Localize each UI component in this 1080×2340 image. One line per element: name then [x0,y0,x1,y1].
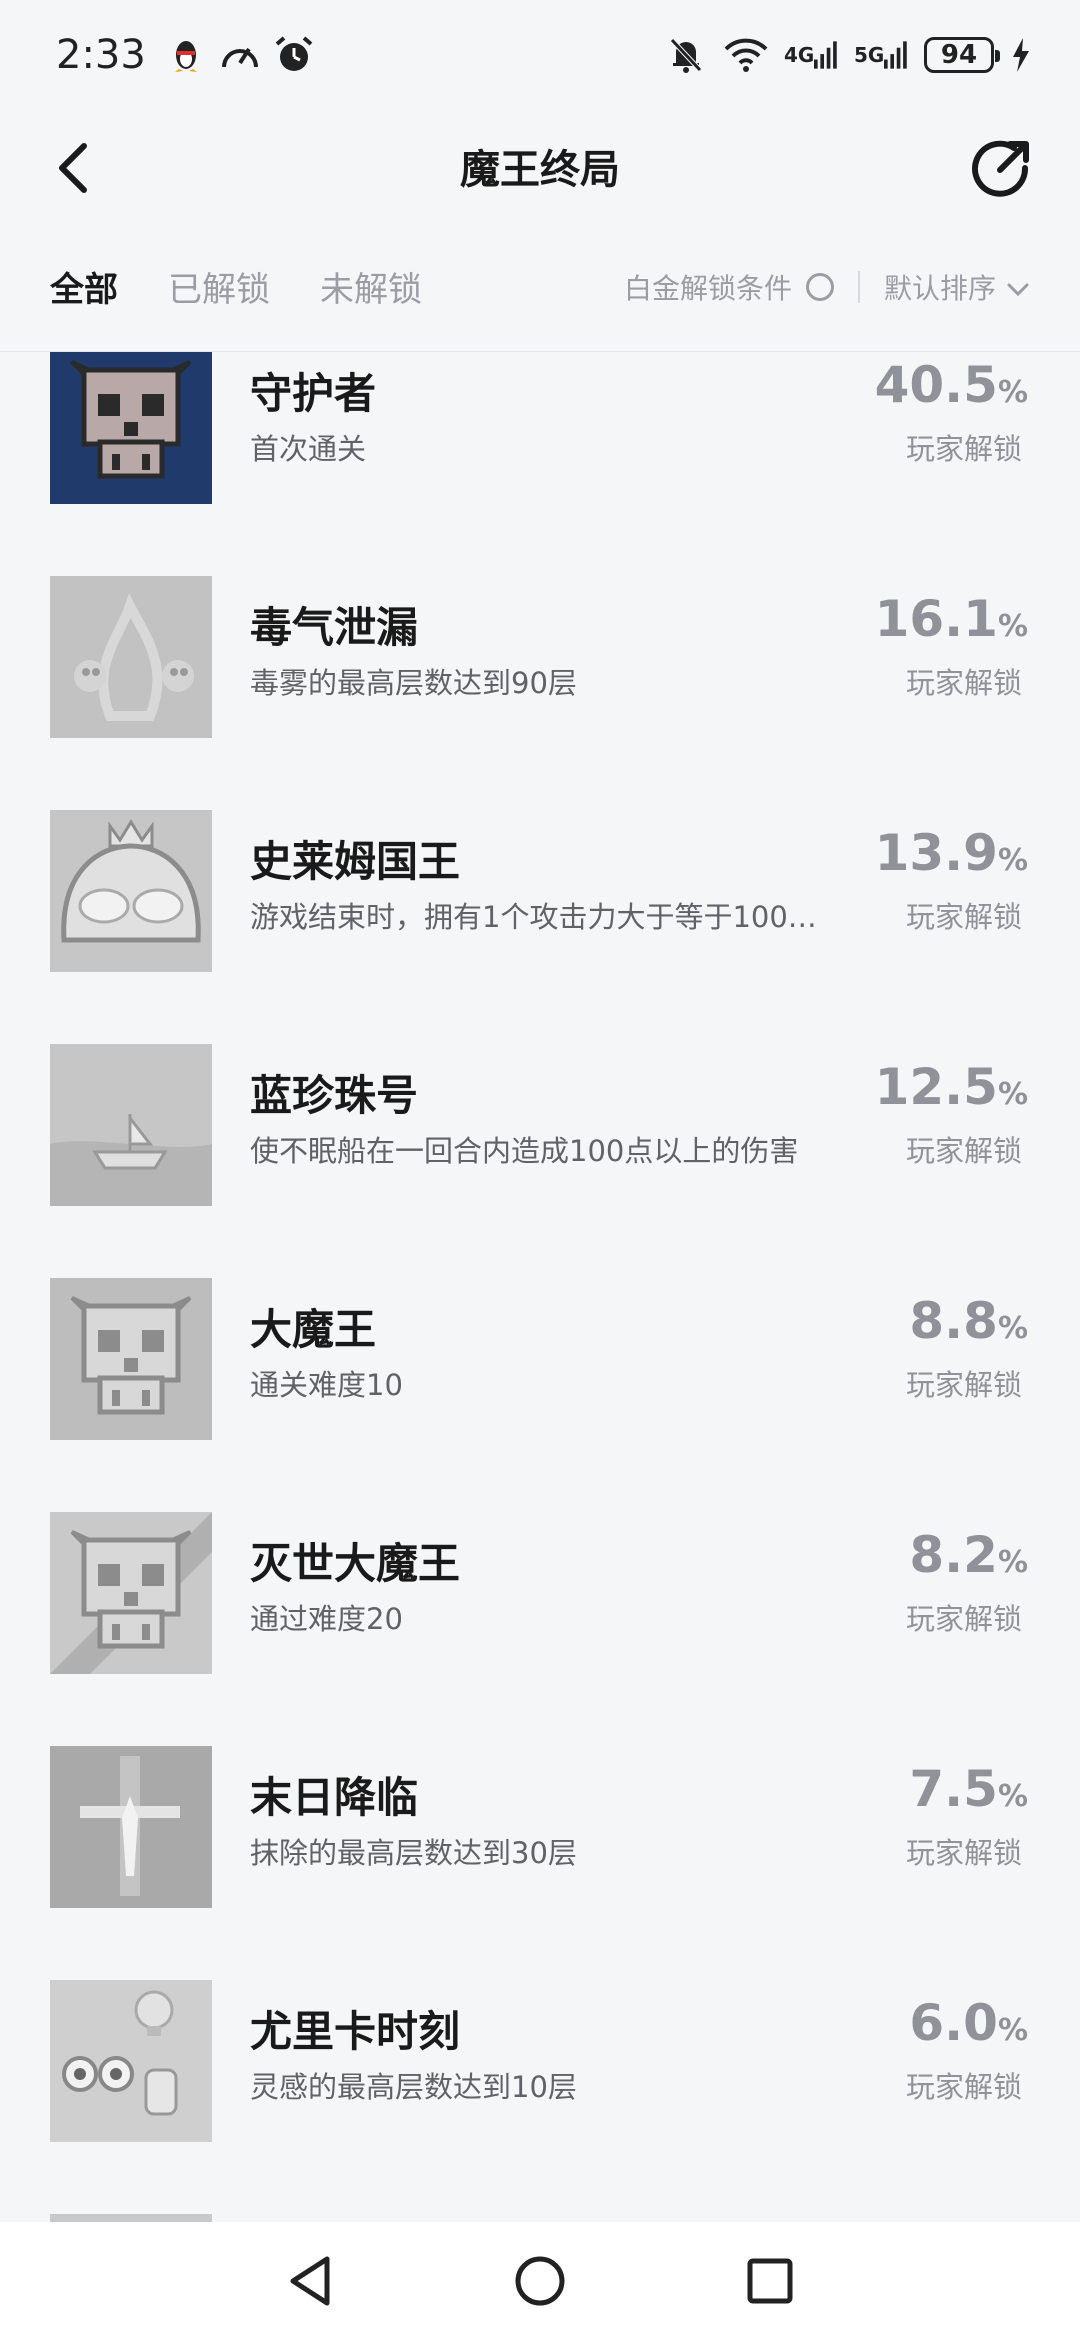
achievement-desc: 游戏结束时，拥有1个攻击力大于等于100… [250,900,817,934]
cross-icon [50,1746,212,1908]
achievement-title: 蓝珍珠号 [250,1071,419,1120]
achievement-desc: 通关难度10 [250,1368,403,1402]
wifi-icon [724,35,768,75]
back-arrow-icon[interactable] [50,140,100,196]
system-nav-bar [0,2222,1080,2340]
page-title: 魔王终局 [460,147,620,193]
mute-bell-icon [664,35,708,75]
achievement-desc: 抹除的最高层数达到30层 [250,1836,577,1870]
achievement-unlock-label: 玩家解锁 [905,432,1022,466]
achievement-percent: 12.5% [874,1058,1028,1116]
alarm-icon [272,35,316,75]
achievement-row[interactable]: 大魔王 通关难度10 8.8% 玩家解锁 [0,1278,1080,1512]
achievement-title: 末日降临 [250,1773,419,1822]
ship-icon [50,1044,212,1206]
skull-demon-icon [50,1278,212,1440]
achievement-unlock-label: 玩家解锁 [905,900,1022,934]
achievement-percent: 13.9% [874,824,1028,882]
status-left-icons [164,35,316,75]
status-right-icons: 4G 5G 94 [664,35,1032,75]
speedometer-icon [218,35,262,75]
achievement-percent: 8.8% [909,1292,1028,1350]
achievement-desc: 使不眠船在一回合内造成100点以上的伤害 [250,1134,799,1168]
achievement-unlock-label: 玩家解锁 [905,666,1022,700]
achievement-desc: 灵感的最高层数达到10层 [250,2070,577,2104]
achievement-percent: 8.2% [909,1526,1028,1584]
slime-king-icon [50,810,212,972]
achievement-unlock-label: 玩家解锁 [905,1602,1022,1636]
skull-demon-striped-icon [50,1512,212,1674]
achievement-desc: 通过难度20 [250,1602,403,1636]
net-4g-label: 4G [784,43,815,67]
achievement-title: 灭世大魔王 [250,1539,461,1588]
achievement-title: 尤里卡时刻 [250,2007,461,2056]
achievement-percent: 40.5% [874,356,1028,414]
achievement-percent: 7.5% [909,1760,1028,1818]
nav-recents-icon[interactable] [740,2251,800,2311]
chevron-down-icon[interactable] [1006,275,1030,299]
achievement-percent: 16.1% [874,590,1028,648]
achievement-row[interactable]: 灭世大魔王 通过难度20 8.2% 玩家解锁 [0,1512,1080,1746]
achievement-row[interactable]: 尤里卡时刻 灵感的最高层数达到10层 6.0% 玩家解锁 [0,1980,1080,2214]
tab-locked[interactable]: 未解锁 [320,262,422,311]
platinum-condition-label[interactable]: 白金解锁条件 [624,267,792,307]
skull-demon-icon [50,352,212,504]
nav-home-icon[interactable] [510,2251,570,2311]
platinum-condition-radio[interactable] [805,272,834,301]
achievement-row[interactable]: 蓝珍珠号 使不眠船在一回合内造成100点以上的伤害 12.5% 玩家解锁 [0,1044,1080,1278]
signal-5g-icon: 5G [854,35,908,75]
achievement-title: 守护者 [250,369,377,418]
achievement-row[interactable]: 末日降临 抹除的最高层数达到30层 7.5% 玩家解锁 [0,1746,1080,1980]
achievement-unlock-label: 玩家解锁 [905,1368,1022,1402]
achievement-title: 毒气泄漏 [250,603,419,652]
achievement-thumb-partial [50,2214,212,2222]
achievement-percent: 6.0% [909,1994,1028,2052]
achievement-unlock-label: 玩家解锁 [905,1134,1022,1168]
achievement-unlock-label: 玩家解锁 [905,2070,1022,2104]
signal-4g-icon: 4G [784,35,838,75]
charging-bolt-icon [1010,35,1032,75]
eureka-bulb-icon [50,1980,212,2142]
achievement-unlock-label: 玩家解锁 [905,1836,1022,1870]
page-header: 魔王终局 [0,110,1080,222]
achievement-row[interactable]: 守护者 首次通关 40.5% 玩家解锁 [0,352,1080,576]
net-5g-label: 5G [854,43,885,67]
achievement-row[interactable]: 毒气泄漏 毒雾的最高层数达到90层 16.1% 玩家解锁 [0,576,1080,810]
status-bar: 2:33 4G 5G 94 [0,0,1080,110]
battery-indicator: 94 [924,37,1000,73]
tab-all[interactable]: 全部 [50,262,118,311]
achievement-title: 大魔王 [250,1305,377,1354]
achievement-desc: 首次通关 [250,432,367,466]
qq-penguin-icon [164,35,208,75]
sort-dropdown[interactable]: 默认排序 [884,267,996,307]
tab-unlocked[interactable]: 已解锁 [168,262,270,311]
achievement-row-partial[interactable] [0,2214,1080,2222]
poison-ghost-icon [50,576,212,738]
status-time: 2:33 [56,32,146,78]
achievement-row[interactable]: 史莱姆国王 游戏结束时，拥有1个攻击力大于等于100… 13.9% 玩家解锁 [0,810,1080,1044]
achievement-title: 史莱姆国王 [250,837,461,886]
nav-back-icon[interactable] [280,2251,340,2311]
filter-tabs: 全部 已解锁 未解锁 白金解锁条件 默认排序 [0,222,1080,352]
achievement-list: 守护者 首次通关 40.5% 玩家解锁 毒气泄漏 毒雾的最高层数达到90层 16… [0,352,1080,2222]
tabs-right-controls: 白金解锁条件 默认排序 [624,267,1030,307]
achievement-desc: 毒雾的最高层数达到90层 [250,666,577,700]
share-icon[interactable] [970,138,1032,200]
divider [857,270,860,303]
